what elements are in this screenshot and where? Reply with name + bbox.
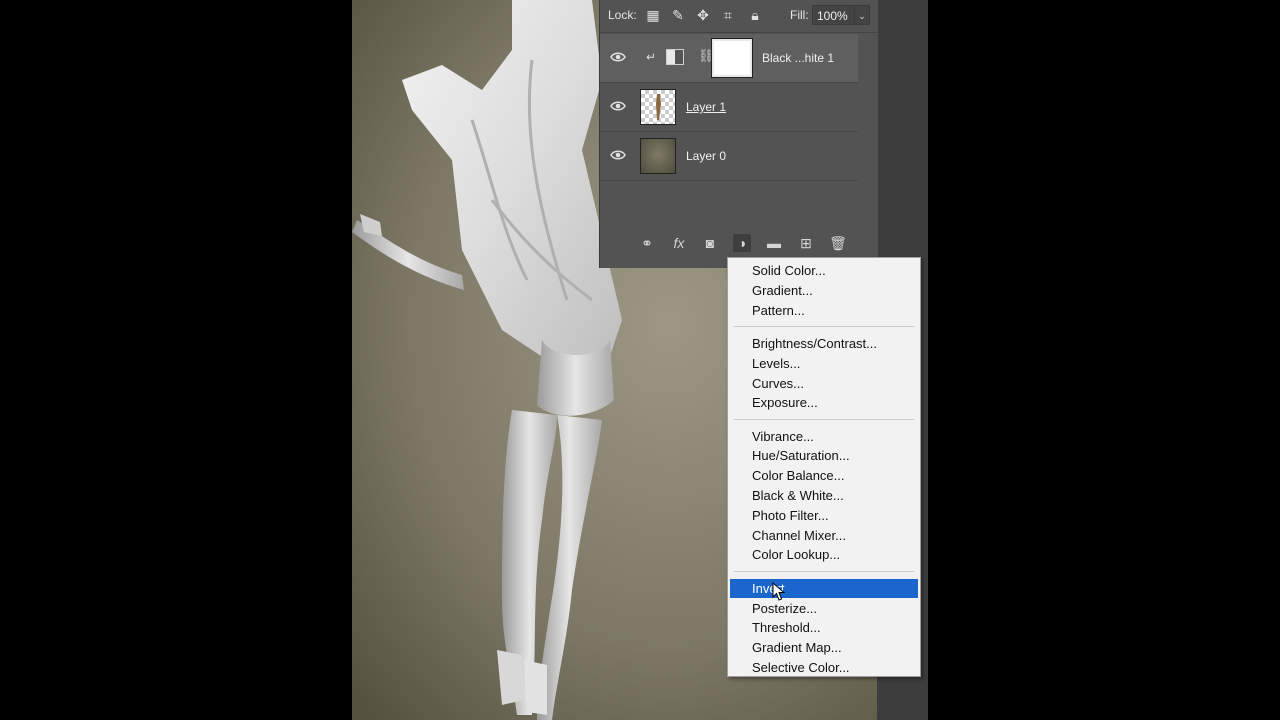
menu-item-hue-saturation[interactable]: Hue/Saturation... bbox=[730, 446, 918, 465]
menu-separator bbox=[734, 326, 914, 328]
add-mask-icon[interactable]: ◙ bbox=[701, 234, 719, 252]
layer-name[interactable]: Layer 1 bbox=[686, 100, 726, 114]
menu-item-photo-filter[interactable]: Photo Filter... bbox=[730, 506, 918, 525]
layer-row-layer-0[interactable]: Layer 0 bbox=[600, 132, 858, 181]
lock-label: Lock: bbox=[608, 8, 637, 22]
layers-bottom-toolbar: ⚭ fx ◙ ◑ ▬ ⊞ 🗑︎ bbox=[600, 228, 878, 258]
menu-item-curves[interactable]: Curves... bbox=[730, 374, 918, 393]
layer-thumbnail[interactable] bbox=[640, 89, 676, 125]
menu-item-levels[interactable]: Levels... bbox=[730, 354, 918, 373]
menu-item-color-lookup[interactable]: Color Lookup... bbox=[730, 545, 918, 564]
fx-icon[interactable]: fx bbox=[670, 234, 688, 252]
menu-item-threshold[interactable]: Threshold... bbox=[730, 618, 918, 637]
menu-item-exposure[interactable]: Exposure... bbox=[730, 393, 918, 412]
layer-mask-thumbnail[interactable] bbox=[712, 39, 752, 77]
eye-visibility-icon[interactable] bbox=[610, 50, 626, 64]
lock-transparent-icon[interactable]: ▦ bbox=[645, 7, 661, 23]
layer-row-black-white[interactable]: ↵ ⛓ Black ...hite 1 bbox=[600, 34, 858, 83]
fill-label: Fill: bbox=[790, 8, 809, 22]
link-layers-icon[interactable]: ⚭ bbox=[638, 234, 656, 252]
menu-item-color-balance[interactable]: Color Balance... bbox=[730, 466, 918, 485]
clipping-arrow-icon: ↵ bbox=[646, 50, 657, 64]
eye-visibility-icon[interactable] bbox=[610, 148, 626, 162]
lock-all-icon[interactable]: 🔒︎ bbox=[747, 7, 763, 23]
menu-item-gradient[interactable]: Gradient... bbox=[730, 281, 918, 300]
layer-name[interactable]: Black ...hite 1 bbox=[762, 51, 834, 65]
new-layer-icon[interactable]: ⊞ bbox=[797, 234, 815, 252]
fill-dropdown-chevron-icon[interactable]: ⌄ bbox=[854, 5, 870, 25]
eye-visibility-icon[interactable] bbox=[610, 99, 626, 113]
fill-input[interactable]: 100% bbox=[812, 5, 860, 25]
menu-separator bbox=[734, 419, 914, 421]
menu-item-pattern[interactable]: Pattern... bbox=[730, 301, 918, 320]
menu-separator bbox=[734, 571, 914, 573]
menu-item-posterize[interactable]: Posterize... bbox=[730, 599, 918, 618]
adjustment-thumbnail-icon[interactable] bbox=[666, 49, 684, 65]
adjustment-layer-menu: Solid Color... Gradient... Pattern... Brigh… bbox=[727, 257, 921, 677]
menu-item-gradient-map[interactable]: Gradient Map... bbox=[730, 638, 918, 657]
new-group-icon[interactable]: ▬ bbox=[765, 234, 783, 252]
adjustment-layer-icon[interactable]: ◑ bbox=[733, 234, 751, 252]
lock-position-move-icon[interactable]: ✥ bbox=[695, 7, 711, 23]
lock-artboard-crop-icon[interactable]: ⌗ bbox=[720, 7, 736, 23]
delete-layer-icon[interactable]: 🗑︎ bbox=[829, 234, 847, 252]
layer-thumbnail[interactable] bbox=[640, 138, 676, 174]
lock-bar: Lock: ▦ ✎ ✥ ⌗ 🔒︎ Fill: 100% ⌄ bbox=[600, 0, 878, 33]
layers-panel: Lock: ▦ ✎ ✥ ⌗ 🔒︎ Fill: 100% ⌄ ↵ ⛓ Black … bbox=[599, 0, 878, 268]
menu-item-black-white[interactable]: Black & White... bbox=[730, 486, 918, 505]
layer-name[interactable]: Layer 0 bbox=[686, 149, 726, 163]
dancer-thumbnail-icon bbox=[656, 94, 661, 120]
menu-item-invert[interactable]: Invert bbox=[730, 578, 918, 598]
layer-row-layer-1[interactable]: Layer 1 bbox=[600, 83, 858, 132]
menu-item-solid-color[interactable]: Solid Color... bbox=[730, 261, 918, 280]
menu-item-selective-color[interactable]: Selective Color... bbox=[730, 658, 918, 677]
lock-image-brush-icon[interactable]: ✎ bbox=[670, 7, 686, 23]
video-frame: Lock: ▦ ✎ ✥ ⌗ 🔒︎ Fill: 100% ⌄ ↵ ⛓ Black … bbox=[352, 0, 928, 720]
mouse-cursor-icon bbox=[772, 582, 786, 601]
menu-item-vibrance[interactable]: Vibrance... bbox=[730, 427, 918, 446]
menu-item-channel-mixer[interactable]: Channel Mixer... bbox=[730, 526, 918, 545]
menu-item-brightness-contrast[interactable]: Brightness/Contrast... bbox=[730, 334, 918, 353]
